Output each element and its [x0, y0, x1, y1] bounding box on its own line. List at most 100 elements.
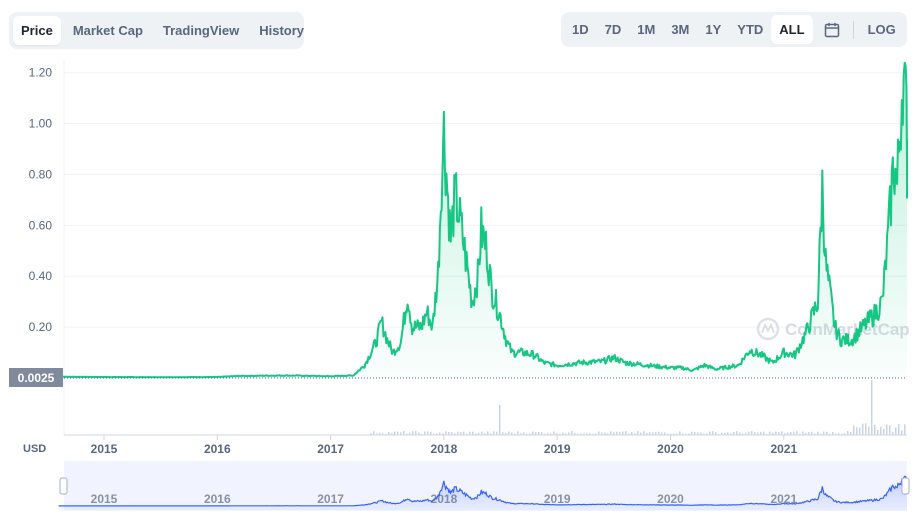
volume-bar [463, 431, 465, 435]
volume-bar [706, 433, 708, 435]
log-scale-toggle[interactable]: LOG [860, 15, 904, 44]
volume-bar [754, 432, 756, 435]
volume-bar [427, 431, 429, 435]
volume-bar [784, 433, 786, 435]
volume-bar [778, 432, 780, 435]
range-all-button[interactable]: ALL [771, 15, 813, 44]
volume-bar [370, 433, 372, 435]
volume-bar [418, 432, 420, 435]
volume-bar [394, 431, 396, 435]
volume-bar [682, 433, 684, 435]
volume-bar [718, 433, 720, 435]
volume-bar [511, 432, 513, 435]
current-price-label: 0.0025 [18, 371, 55, 385]
volume-bar [847, 431, 849, 435]
chart-tab-bar: Price Market Cap TradingView History [9, 12, 304, 49]
volume-bar [769, 431, 771, 435]
volume-bar [739, 432, 741, 435]
volume-bar [562, 432, 564, 435]
volume-bar [730, 433, 732, 435]
volume-bar [901, 430, 903, 435]
volume-bar [607, 433, 609, 435]
volume-bar [574, 433, 576, 435]
volume-bar [811, 431, 813, 435]
volume-bar [550, 433, 552, 435]
range-1d-button[interactable]: 1D [564, 15, 597, 44]
range-3m-button[interactable]: 3M [663, 15, 697, 44]
navigator-year-labels: 2015 2016 2017 2018 2019 2020 2021 [91, 492, 798, 506]
volume-bar [763, 431, 765, 435]
navigator-year-label: 2019 [544, 492, 571, 506]
volume-bar [532, 431, 534, 435]
price-area-fill [58, 62, 907, 378]
volume-bar [742, 433, 744, 435]
tab-price[interactable]: Price [13, 16, 61, 45]
volume-bar [631, 432, 633, 435]
volume-bar [496, 431, 498, 435]
tab-history[interactable]: History [251, 16, 312, 45]
volume-bar [553, 431, 555, 435]
volume-bar [571, 431, 573, 435]
volume-bar [895, 427, 897, 435]
volume-bar [793, 431, 795, 435]
volume-bar [445, 431, 447, 435]
volume-bar [487, 431, 489, 435]
tab-market-cap[interactable]: Market Cap [65, 16, 151, 45]
navigator-area [58, 476, 907, 510]
volume-bar [514, 433, 516, 435]
navigator-background[interactable] [64, 461, 907, 511]
volume-bar [604, 432, 606, 435]
volume-bar [577, 433, 579, 435]
volume-bar [694, 432, 696, 435]
volume-bar [409, 432, 411, 435]
volume-bar [796, 431, 798, 435]
x-tick-label: 2019 [544, 442, 571, 456]
volume-bar [688, 433, 690, 435]
volume-bar [481, 431, 483, 435]
range-ytd-button[interactable]: YTD [729, 15, 771, 44]
volume-bar [898, 423, 900, 435]
volume-bar [502, 432, 504, 435]
volume-bar [829, 433, 831, 435]
volume-bar [616, 431, 618, 435]
range-1y-button[interactable]: 1Y [697, 15, 729, 44]
volume-bar [673, 433, 675, 435]
volume-bar [751, 431, 753, 435]
navigator-year-label: 2015 [91, 492, 118, 506]
volume-bar [820, 433, 822, 435]
price-chart: 0.20 0.40 0.60 0.80 1.00 1.20 CoinMarketCap 0… [9, 60, 910, 511]
volume-bar [403, 431, 405, 435]
volume-bar [859, 427, 861, 435]
volume-bar [850, 432, 852, 435]
volume-bar [856, 427, 858, 435]
volume-bar [439, 432, 441, 435]
calendar-icon[interactable] [821, 15, 843, 44]
volume-bar [664, 432, 666, 435]
tab-tradingview[interactable]: TradingView [155, 16, 247, 45]
volume-bar [874, 424, 876, 435]
range-7d-button[interactable]: 7D [597, 15, 630, 44]
range-1m-button[interactable]: 1M [629, 15, 663, 44]
y-tick-label: 1.00 [29, 117, 53, 131]
volume-bar [862, 423, 864, 435]
volume-bar [721, 432, 723, 435]
y-tick-label: 0.20 [29, 320, 53, 334]
volume-bar [712, 431, 714, 435]
navigator-year-label: 2017 [317, 492, 344, 506]
volume-bar [382, 433, 384, 435]
x-tick-label: 2021 [770, 442, 797, 456]
y-tick-label: 0.60 [29, 218, 53, 232]
volume-bar [442, 433, 444, 435]
navigator-left-handle[interactable] [59, 477, 68, 495]
volume-bar [454, 433, 456, 435]
volume-bar [691, 431, 693, 435]
volume-bar [670, 433, 672, 435]
navigator-line [58, 475, 908, 507]
volume-bar [397, 431, 399, 435]
navigator-right-handle[interactable] [901, 477, 910, 495]
volume-bar [715, 432, 717, 435]
volume-bar [469, 431, 471, 435]
volume-bar [475, 433, 477, 435]
volume-bar [736, 431, 738, 435]
volume-bar [619, 431, 621, 435]
